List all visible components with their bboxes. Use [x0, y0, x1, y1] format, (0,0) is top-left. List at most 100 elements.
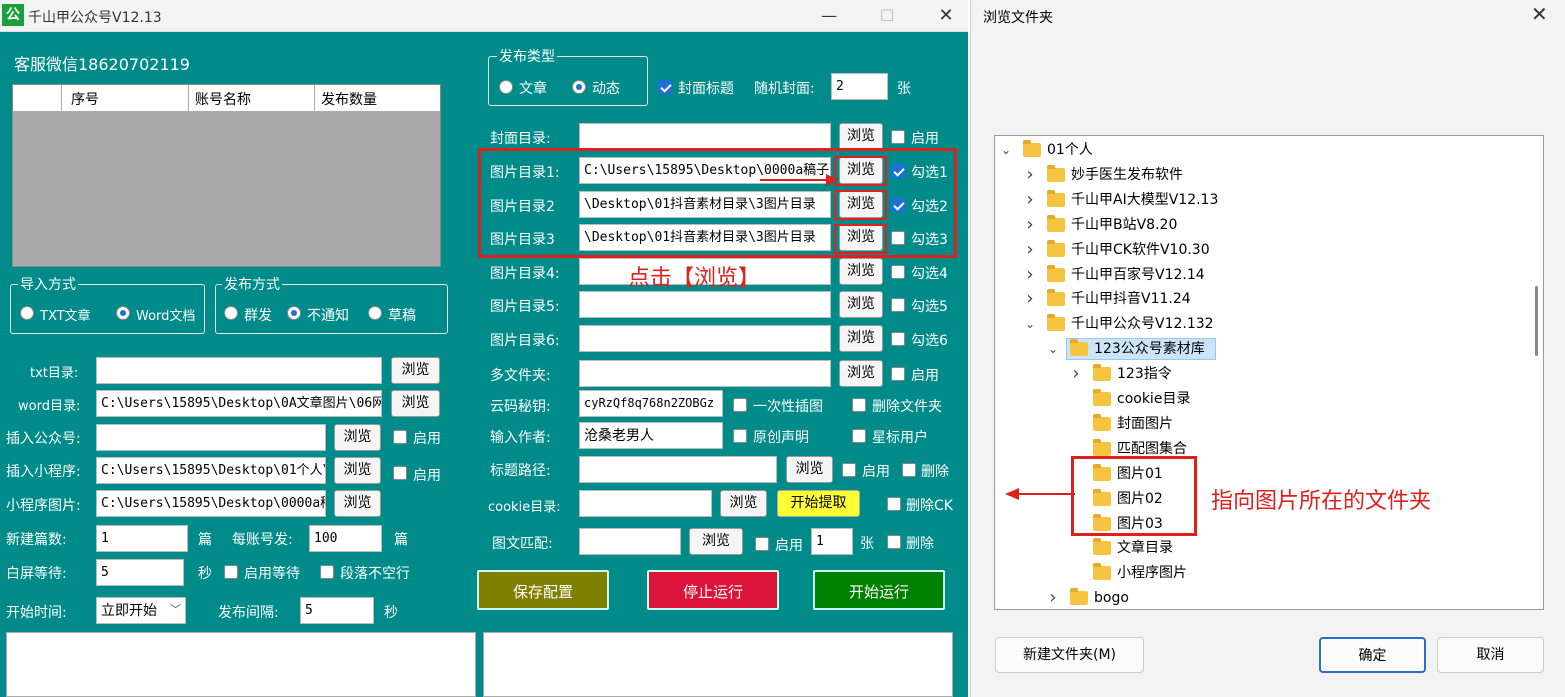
- radio-txt[interactable]: [20, 306, 34, 320]
- per-account-input[interactable]: 100: [309, 525, 382, 552]
- dir-row-checkbox[interactable]: [891, 265, 905, 279]
- ok-button[interactable]: 确定: [1319, 637, 1426, 673]
- title-path-enable-checkbox[interactable]: [842, 463, 856, 477]
- chevron-right-icon[interactable]: ›: [1023, 263, 1037, 287]
- interval-input[interactable]: 5: [300, 597, 374, 624]
- start-time-select[interactable]: 立即开始 ﹀: [96, 597, 186, 624]
- radio-dynamic[interactable]: [572, 80, 586, 94]
- mini-img-browse-button[interactable]: 浏览: [334, 490, 381, 517]
- dir-row-checkbox[interactable]: [891, 130, 905, 144]
- folder-tree[interactable]: ⌄ 01个人 › 妙手医生发布软件 › 千山甲AI大模型V12.13 › 千山甲B站V8.20…: [994, 135, 1544, 610]
- title-path-delete-checkbox[interactable]: [902, 463, 916, 477]
- new-folder-button[interactable]: 新建文件夹(M): [995, 637, 1144, 673]
- chevron-right-icon[interactable]: ›: [1023, 188, 1037, 212]
- tree-node[interactable]: › 千山甲CK软件V10.30: [995, 238, 1525, 262]
- insert-mini-browse-button[interactable]: 浏览: [334, 457, 381, 484]
- delete-ck-checkbox[interactable]: [887, 497, 901, 511]
- cookie-dir-input[interactable]: [579, 490, 712, 517]
- cover-title-checkbox[interactable]: [658, 80, 672, 94]
- dir-row-browse-button[interactable]: 浏览: [839, 123, 883, 150]
- match-count-input[interactable]: 1: [811, 528, 853, 555]
- dir-row-checkbox[interactable]: [891, 298, 905, 312]
- new-count-input[interactable]: 1: [96, 525, 188, 552]
- dir-row-input[interactable]: [579, 325, 831, 352]
- match-browse-button[interactable]: 浏览: [689, 528, 743, 555]
- dir-row-browse-button[interactable]: 浏览: [839, 291, 883, 318]
- title-path-input[interactable]: [579, 456, 777, 483]
- tree-scrollbar[interactable]: [1535, 286, 1538, 356]
- tree-node[interactable]: › 千山甲百家号V12.14: [995, 263, 1525, 287]
- chevron-right-icon[interactable]: ›: [1046, 586, 1060, 609]
- column-header-account[interactable]: 账号名称: [195, 89, 251, 109]
- tree-node[interactable]: 文章目录: [995, 536, 1525, 560]
- chevron-right-icon[interactable]: ›: [1023, 287, 1037, 311]
- word-dir-browse-button[interactable]: 浏览: [391, 390, 440, 417]
- dir-row-checkbox[interactable]: [891, 367, 905, 381]
- insert-mini-enable-checkbox[interactable]: [393, 466, 407, 480]
- tree-node[interactable]: › 千山甲B站V8.20: [995, 213, 1525, 237]
- stop-button[interactable]: 停止运行: [647, 570, 779, 610]
- tree-node[interactable]: 小程序图片: [995, 561, 1525, 585]
- start-button[interactable]: 开始运行: [813, 570, 945, 610]
- dir-row-browse-button[interactable]: 浏览: [839, 325, 883, 352]
- insert-mini-input[interactable]: C:\Users\15895\Desktop\01个人\: [96, 457, 326, 484]
- star-user-checkbox[interactable]: [852, 429, 866, 443]
- original-checkbox[interactable]: [733, 429, 747, 443]
- author-input[interactable]: 沧桑老男人: [579, 422, 723, 449]
- match-delete-checkbox[interactable]: [887, 535, 901, 549]
- dir-row-browse-button[interactable]: 浏览: [839, 258, 883, 285]
- dir-row-input[interactable]: [579, 123, 831, 150]
- chevron-down-icon[interactable]: ⌄: [999, 138, 1013, 162]
- tree-node[interactable]: 封面图片: [995, 412, 1525, 436]
- dir-row-input[interactable]: [579, 291, 831, 318]
- insert-gzh-input[interactable]: [96, 424, 326, 451]
- chevron-right-icon[interactable]: ›: [1069, 362, 1083, 386]
- insert-gzh-enable-checkbox[interactable]: [393, 430, 407, 444]
- match-enable-checkbox[interactable]: [755, 537, 769, 551]
- dir-row-checkbox[interactable]: [891, 332, 905, 346]
- chevron-right-icon[interactable]: ›: [1023, 238, 1037, 262]
- radio-article[interactable]: [499, 80, 513, 94]
- column-header-count[interactable]: 发布数量: [321, 89, 377, 109]
- close-button[interactable]: ✕: [932, 4, 960, 28]
- start-extract-button[interactable]: 开始提取: [777, 490, 860, 517]
- chevron-down-icon[interactable]: ⌄: [1023, 312, 1037, 336]
- maximize-button[interactable]: ☐: [873, 4, 901, 28]
- account-table[interactable]: 序号 账号名称 发布数量: [12, 84, 441, 267]
- column-header-index[interactable]: 序号: [71, 89, 99, 109]
- tree-node[interactable]: › 妙手医生发布软件: [995, 163, 1525, 187]
- tree-node[interactable]: ⌄ 千山甲公众号V12.132: [995, 312, 1525, 336]
- txt-dir-input[interactable]: [96, 357, 382, 384]
- tree-node[interactable]: cookie目录: [995, 387, 1525, 411]
- tree-node[interactable]: ⌄ 01个人: [995, 138, 1525, 162]
- dialog-close-button[interactable]: ✕: [1531, 2, 1548, 26]
- cancel-button[interactable]: 取消: [1437, 637, 1544, 673]
- match-input[interactable]: [579, 528, 681, 555]
- tree-node[interactable]: › 123指令: [995, 362, 1525, 386]
- chevron-right-icon[interactable]: ›: [1023, 163, 1037, 187]
- enable-wait-checkbox[interactable]: [224, 565, 238, 579]
- log-box-right[interactable]: [483, 632, 953, 697]
- once-insert-checkbox[interactable]: [733, 398, 747, 412]
- tree-node[interactable]: ⌄ 123公众号素材库: [995, 337, 1525, 361]
- no-blank-para-checkbox[interactable]: [320, 565, 334, 579]
- mini-img-input[interactable]: C:\Users\15895\Desktop\0000a稿: [96, 490, 326, 517]
- cloud-key-input[interactable]: cyRzQf8q768n2ZOBGz: [579, 390, 723, 417]
- chevron-down-icon[interactable]: ⌄: [1046, 337, 1060, 361]
- tree-node[interactable]: › 千山甲AI大模型V12.13: [995, 188, 1525, 212]
- chevron-right-icon[interactable]: ›: [1023, 213, 1037, 237]
- dir-row-input[interactable]: [579, 360, 831, 387]
- insert-gzh-browse-button[interactable]: 浏览: [334, 424, 381, 451]
- delete-folder-checkbox[interactable]: [852, 398, 866, 412]
- title-path-browse-button[interactable]: 浏览: [786, 456, 833, 483]
- dir-row-browse-button[interactable]: 浏览: [839, 360, 883, 387]
- word-dir-input[interactable]: C:\Users\15895\Desktop\0A文章图片\06网: [96, 390, 382, 417]
- cookie-browse-button[interactable]: 浏览: [720, 490, 767, 517]
- white-wait-input[interactable]: 5: [96, 559, 184, 586]
- tree-node[interactable]: › bogo: [995, 586, 1525, 609]
- log-box-left[interactable]: [6, 632, 476, 697]
- minimize-button[interactable]: —: [815, 4, 843, 28]
- radio-word[interactable]: [116, 306, 130, 320]
- txt-dir-browse-button[interactable]: 浏览: [391, 357, 440, 384]
- save-config-button[interactable]: 保存配置: [477, 570, 609, 610]
